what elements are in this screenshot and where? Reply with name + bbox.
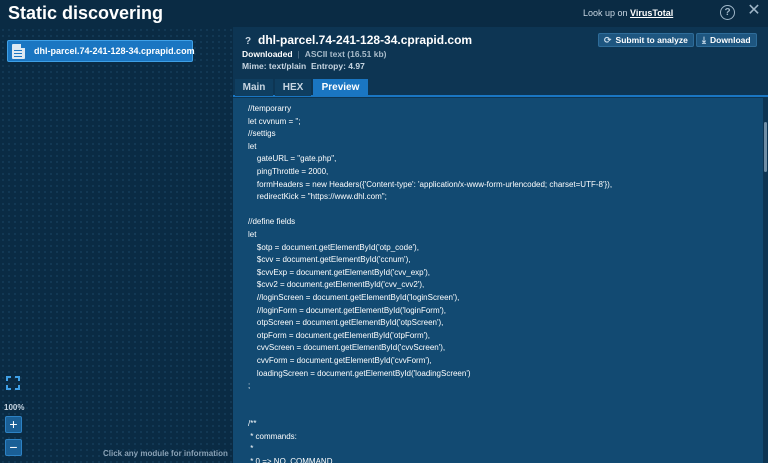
code-line: /** (248, 419, 257, 428)
file-details-pane: ? dhl-parcel.74-241-128-34.cprapid.com D… (233, 27, 768, 463)
code-line: loadingScreen = document.getElementById(… (248, 368, 471, 378)
file-name: dhl-parcel.74-241-128-34.cprapid.com (258, 33, 473, 47)
virustotal-lookup[interactable]: Look up on VirusTotal (583, 8, 673, 18)
code-line: cvvScreen = document.getElementById('cvv… (248, 343, 446, 353)
virustotal-link[interactable]: VirusTotal (630, 8, 673, 18)
page-title: Static discovering (8, 3, 164, 23)
download-label: Download (709, 35, 751, 45)
code-line: cvvForm = document.getElementById('cvvFo… (248, 356, 432, 365)
code-line: let (248, 141, 257, 151)
code-line: redirectKick = "https://www.dhl.com"; (248, 192, 387, 202)
zoom-out-button[interactable]: − (5, 439, 22, 456)
code-line: ; (248, 381, 251, 391)
close-icon[interactable]: ✕ (746, 3, 762, 19)
code-line: let (248, 230, 257, 239)
help-icon[interactable]: ? (720, 5, 735, 20)
module-label: dhl-parcel.74-241-128-34.cprapid.com (34, 46, 195, 56)
code-line: gateURL = "gate.php", (248, 154, 337, 164)
code-line: $cvv2 = document.getElementById('cvv_cvv… (248, 280, 425, 290)
refresh-icon: ⟳ (604, 34, 612, 45)
code-line: otpScreen = document.getElementById('otp… (248, 318, 444, 328)
question-icon: ? (245, 36, 252, 47)
code-line: //temporarry (248, 104, 292, 113)
code-line: $cvv = document.getElementById('ccnum'), (248, 255, 411, 265)
code-line: pingThrottle = 2000, (248, 167, 329, 176)
code-line: $otp = document.getElementById('otp_code… (248, 242, 419, 252)
file-type: ASCII text (16.51 kb) (304, 49, 387, 59)
fit-to-screen-icon[interactable] (6, 376, 20, 390)
module-graph-pane[interactable]: dhl-parcel.74-241-128-34.cprapid.com 100… (0, 27, 233, 463)
module-node[interactable]: dhl-parcel.74-241-128-34.cprapid.com (7, 40, 195, 62)
tab-hex[interactable]: HEX (275, 79, 311, 96)
download-button[interactable]: ⤓ Download (696, 33, 757, 47)
file-icon (12, 44, 25, 59)
code-line: * 0 => NO_COMMAND (248, 456, 333, 463)
code-line: $cvvExp = document.getElementById('cvv_e… (248, 267, 431, 277)
code-line: let cvvnum = ''; (248, 116, 301, 126)
code-scrollbar-thumb[interactable] (764, 122, 767, 172)
file-mime-line: Mime: text/plain Entropy: 4.97 (242, 61, 365, 71)
zoom-in-button[interactable]: + (5, 416, 22, 433)
mime-type: Mime: text/plain (242, 61, 307, 71)
code-line: //loginForm = document.getElementById('l… (248, 305, 447, 315)
download-icon: ⤓ (702, 34, 706, 45)
code-line: * (248, 444, 254, 454)
tab-main[interactable]: Main (235, 79, 273, 96)
code-line: //settigs (248, 129, 276, 139)
tab-preview[interactable]: Preview (313, 79, 368, 96)
entropy: Entropy: 4.97 (310, 61, 365, 71)
app-header: Static discovering Look up on VirusTotal… (0, 0, 768, 27)
code-line: formHeaders = new Headers({'Content-type… (248, 179, 613, 189)
lookup-prefix: Look up on (583, 8, 631, 18)
file-meta-line: Downloaded | ASCII text (16.51 kb) (242, 49, 387, 59)
code-line: otpForm = document.getElementById('otpFo… (248, 330, 431, 340)
module-hint: Click any module for information (103, 449, 228, 458)
zoom-level: 100% (4, 403, 25, 412)
code-line: //define fields (248, 217, 296, 227)
submit-label: Submit to analyze (615, 35, 688, 45)
code-preview[interactable]: //temporarry let cvvnum = ''; //settigs let… (233, 98, 763, 463)
code-line: //loginScreen = document.getElementById(… (248, 293, 460, 302)
download-status: Downloaded (242, 49, 293, 59)
detail-tabs: Main HEX Preview (233, 79, 768, 97)
code-line: * commands: (248, 431, 297, 441)
submit-to-analyze-button[interactable]: ⟳ Submit to analyze (598, 33, 694, 47)
